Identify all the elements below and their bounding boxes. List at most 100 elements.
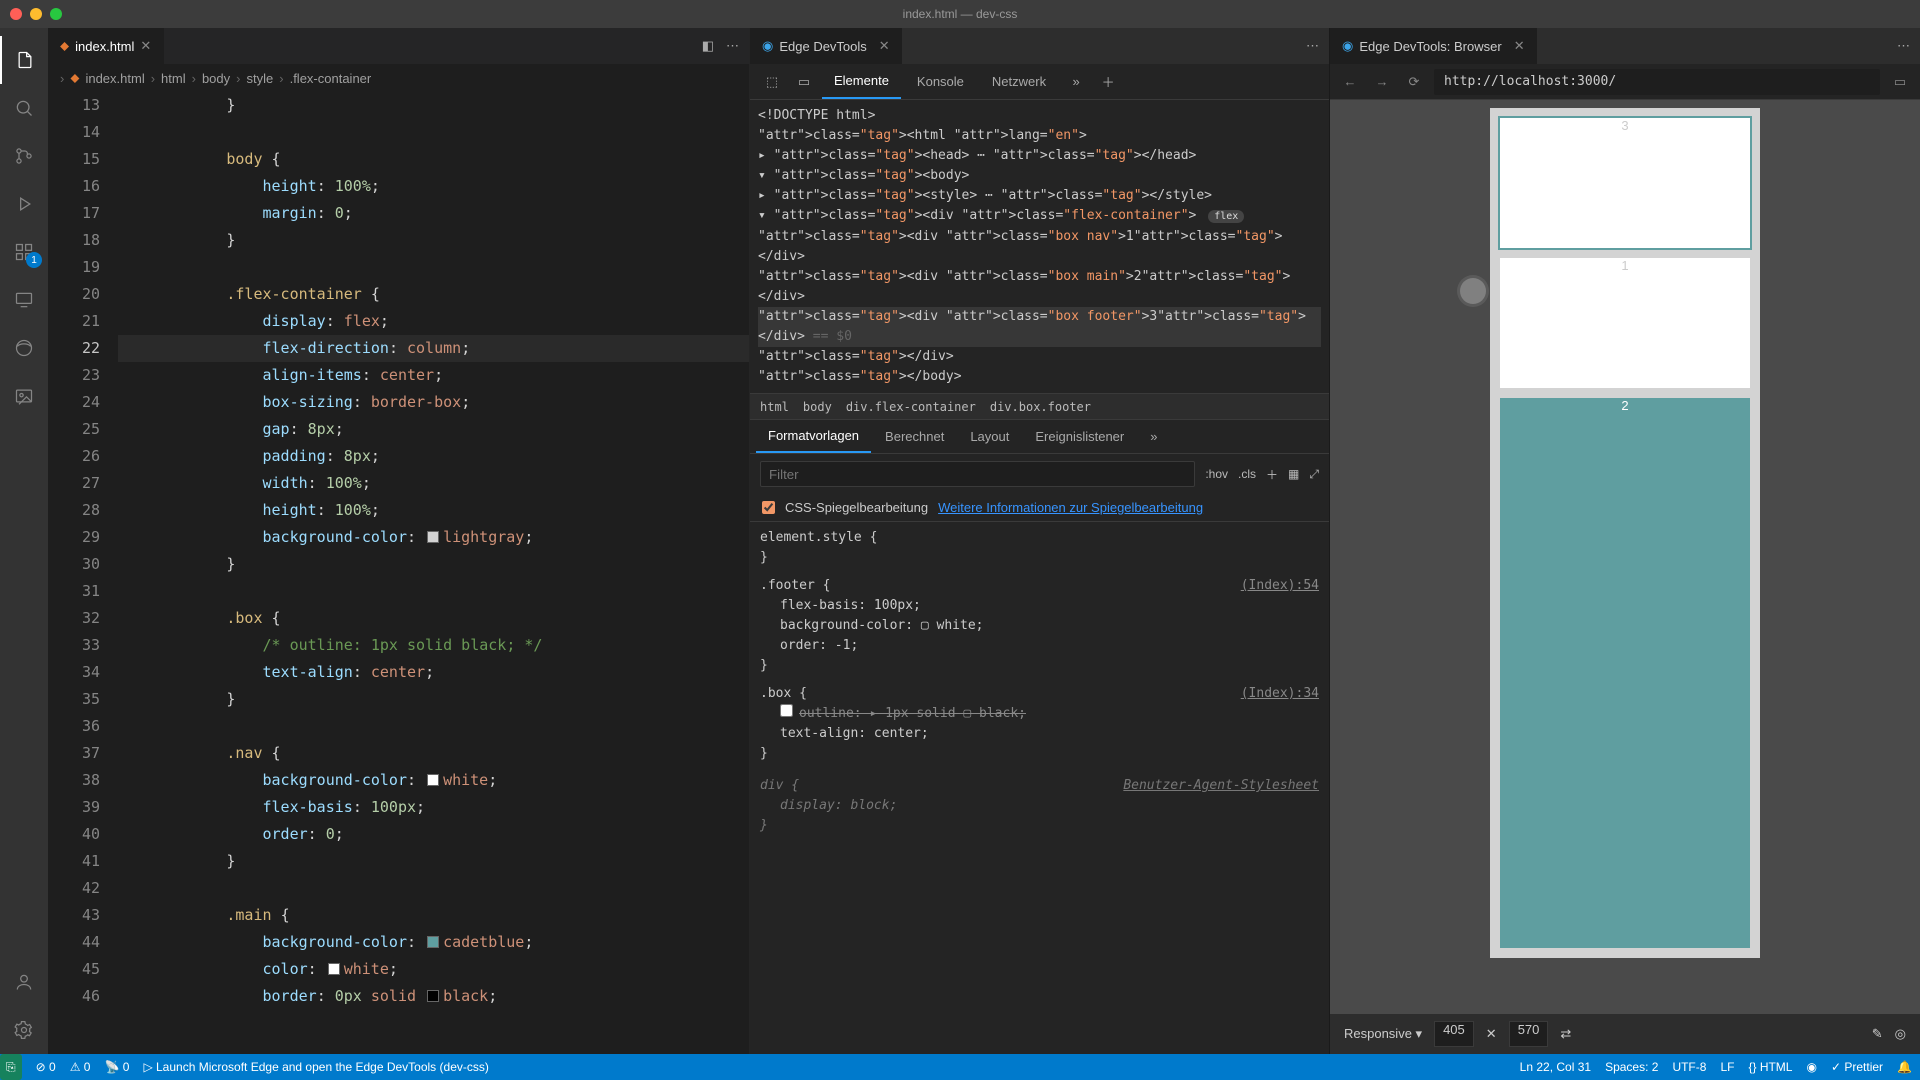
emulate-icon[interactable]: ◎ [1895, 1026, 1906, 1042]
decl-checkbox[interactable] [780, 704, 793, 717]
devtools-panel: ◉ Edge DevTools ✕ ⋯ ⬚ ▭ Elemente Konsole… [750, 28, 1330, 1054]
language-status[interactable]: {} HTML [1748, 1060, 1792, 1074]
add-rule-icon[interactable]: ＋ [1266, 466, 1278, 483]
forward-icon[interactable]: → [1370, 74, 1394, 89]
dock-icon[interactable]: ▭ [1888, 74, 1912, 90]
maximize-window-icon[interactable] [50, 8, 62, 20]
preview-box-main: 2 [1500, 398, 1750, 948]
close-icon[interactable]: ✕ [140, 38, 151, 54]
code-editor[interactable]: 1314151617181920212223242526272829303132… [48, 92, 749, 1054]
remote-icon[interactable] [0, 276, 48, 324]
more-icon[interactable]: ⋯ [1306, 38, 1319, 54]
tab-styles[interactable]: Formatvorlagen [756, 420, 871, 453]
warnings-count[interactable]: ⚠ 0 [70, 1060, 91, 1074]
tab-computed[interactable]: Berechnet [873, 420, 956, 453]
breadcrumb[interactable]: ›⬥ index.html› html› body› style› .flex-… [48, 64, 749, 92]
css-mirror-row: CSS-Spiegelbearbeitung Weitere Informati… [750, 494, 1329, 522]
split-editor-icon[interactable]: ◧ [702, 38, 714, 54]
mirror-checkbox[interactable] [762, 501, 775, 514]
styles-tabs: Formatvorlagen Berechnet Layout Ereignis… [750, 420, 1329, 454]
close-icon[interactable]: ✕ [1514, 38, 1525, 54]
edge-logo-icon: ◉ [762, 38, 773, 54]
back-icon[interactable]: ← [1338, 74, 1362, 89]
extensions-icon[interactable]: 1 [0, 228, 48, 276]
edge-logo-icon: ◉ [1342, 38, 1353, 54]
edge-icon[interactable] [0, 324, 48, 372]
minimize-window-icon[interactable] [30, 8, 42, 20]
editor-group: ⬥ index.html ✕ ◧ ⋯ ›⬥ index.html› html› … [48, 28, 750, 1054]
add-tab-icon[interactable]: ＋ [1094, 68, 1122, 96]
styles-filter-row: :hov .cls ＋ ▦ ⤢ [750, 454, 1329, 494]
editor-tab-index[interactable]: ⬥ index.html ✕ [48, 28, 164, 64]
url-bar[interactable]: http://localhost:3000/ [1434, 69, 1880, 95]
window-controls [10, 8, 62, 20]
dom-breadcrumbs[interactable]: html body div.flex-container div.box.foo… [750, 394, 1329, 420]
devtools-toolbar: ⬚ ▭ Elemente Konsole Netzwerk » ＋ [750, 64, 1329, 100]
eol-status[interactable]: LF [1720, 1060, 1734, 1074]
explorer-icon[interactable] [0, 36, 48, 84]
remote-status[interactable]: ⎘ [0, 1054, 22, 1080]
cls-toggle[interactable]: .cls [1238, 467, 1256, 481]
preview-stage: 3 1 2 [1330, 100, 1920, 1014]
more-icon[interactable]: ⋯ [1897, 38, 1910, 54]
dom-tree[interactable]: <!DOCTYPE html>"attr">class="tag"><html … [750, 100, 1329, 394]
cursor-icon [1460, 278, 1486, 304]
tab-layout[interactable]: Layout [958, 420, 1021, 453]
devtools-tab[interactable]: ◉ Edge DevTools ✕ [750, 28, 902, 64]
tab-listeners[interactable]: Ereignislistener [1023, 420, 1136, 453]
flexbox-icon[interactable]: ▦ [1288, 467, 1299, 481]
preview-box-footer: 3 [1500, 118, 1750, 248]
close-icon[interactable]: ✕ [879, 38, 890, 54]
source-control-icon[interactable] [0, 132, 48, 180]
device-frame: 3 1 2 [1490, 108, 1760, 958]
mirror-label: CSS-Spiegelbearbeitung [785, 500, 928, 515]
inspect-icon[interactable]: ⬚ [758, 68, 786, 96]
editor-tab-actions: ◧ ⋯ [692, 28, 749, 64]
more-tabs-icon[interactable]: » [1138, 420, 1169, 453]
status-bar: ⎘ ⊘ 0 ⚠ 0 📡 0 ▷ Launch Microsoft Edge an… [0, 1054, 1920, 1080]
launch-task[interactable]: ▷ Launch Microsoft Edge and open the Edg… [143, 1060, 488, 1074]
errors-count[interactable]: ⊘ 0 [36, 1060, 56, 1074]
filter-input[interactable] [760, 461, 1195, 487]
prettier-status[interactable]: ✓ Prettier [1831, 1060, 1883, 1074]
live-preview-icon[interactable]: ◉ [1806, 1060, 1816, 1074]
tab-console[interactable]: Konsole [905, 64, 976, 99]
run-debug-icon[interactable] [0, 180, 48, 228]
search-icon[interactable] [0, 84, 48, 132]
extensions-badge: 1 [26, 252, 42, 268]
expand-icon[interactable]: ⤢ [1309, 467, 1319, 482]
hov-toggle[interactable]: :hov [1205, 467, 1228, 481]
encoding-status[interactable]: UTF-8 [1672, 1060, 1706, 1074]
close-window-icon[interactable] [10, 8, 22, 20]
styles-panel[interactable]: element.style { } (Index):54 .footer { f… [750, 522, 1329, 1054]
browser-panel: ◉ Edge DevTools: Browser ✕ ⋯ ← → ⟳ http:… [1330, 28, 1920, 1054]
preview-box-nav: 1 [1500, 258, 1750, 388]
browser-tab[interactable]: ◉ Edge DevTools: Browser ✕ [1330, 28, 1537, 64]
device-select[interactable]: Responsive ▾ [1344, 1026, 1422, 1042]
device-toolbar: Responsive ▾ 405 ✕ 570 ⇄ ✎ ◎ [1330, 1014, 1920, 1054]
device-toggle-icon[interactable]: ▭ [790, 68, 818, 96]
more-tabs-icon[interactable]: » [1062, 68, 1090, 96]
screenshot-icon[interactable]: ✎ [1872, 1026, 1883, 1042]
settings-icon[interactable] [0, 1006, 48, 1054]
indent-status[interactable]: Spaces: 2 [1605, 1060, 1658, 1074]
tab-elements[interactable]: Elemente [822, 64, 901, 99]
reload-icon[interactable]: ⟳ [1402, 74, 1426, 90]
account-icon[interactable] [0, 958, 48, 1006]
window-title: index.html — dev-css [903, 7, 1018, 21]
mirror-info-link[interactable]: Weitere Informationen zur Spiegelbearbei… [938, 500, 1203, 515]
notifications-icon[interactable]: 🔔 [1897, 1060, 1912, 1074]
image-icon[interactable] [0, 372, 48, 420]
html-file-icon: ⬥ [60, 38, 69, 54]
editor-tabs: ⬥ index.html ✕ ◧ ⋯ [48, 28, 749, 64]
activity-bar: 1 [0, 28, 48, 1054]
ports-count[interactable]: 📡 0 [104, 1060, 129, 1074]
device-width[interactable]: 405 [1434, 1021, 1474, 1047]
tab-network[interactable]: Netzwerk [980, 64, 1058, 99]
editor-tab-label: index.html [75, 39, 134, 54]
titlebar: index.html — dev-css [0, 0, 1920, 28]
cursor-position[interactable]: Ln 22, Col 31 [1520, 1060, 1591, 1074]
more-icon[interactable]: ⋯ [726, 38, 739, 54]
rotate-icon[interactable]: ⇄ [1560, 1026, 1571, 1042]
device-height[interactable]: 570 [1509, 1021, 1549, 1047]
